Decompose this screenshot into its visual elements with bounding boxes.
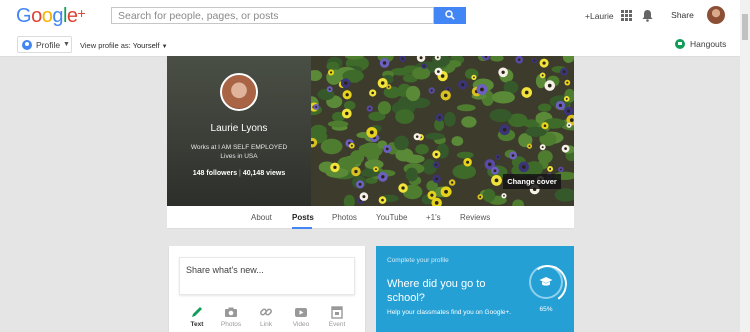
post-option-label: Video	[292, 321, 310, 328]
avatar[interactable]	[707, 6, 725, 24]
pencil-icon	[192, 307, 202, 317]
hangouts-label: Hangouts	[690, 39, 727, 49]
graduation-cap-icon	[539, 277, 553, 286]
card-question[interactable]: Where did you go to school?	[387, 277, 515, 305]
profile-menu-button[interactable]: Profile ▼	[17, 36, 72, 53]
page-scrollbar[interactable]	[740, 0, 750, 332]
hangouts-icon	[675, 39, 685, 49]
profile-name: Laurie Lyons	[210, 123, 268, 134]
user-profile-link[interactable]: +Laurie	[585, 11, 614, 21]
post-text-button[interactable]: Text	[182, 305, 212, 328]
profile-details: Works at I AM SELF EMPLOYED Lives in USA	[167, 144, 311, 161]
profile-work: Works at I AM SELF EMPLOYED	[190, 144, 288, 151]
post-option-label: Text	[190, 321, 204, 328]
scrollbar-thumb[interactable]	[742, 14, 748, 40]
search-field[interactable]	[111, 7, 434, 24]
profile-location: Lives in USA	[220, 152, 258, 160]
tab-photos[interactable]: Photos	[332, 213, 357, 222]
search-button[interactable]	[434, 7, 466, 24]
bell-icon[interactable]	[642, 9, 653, 22]
view-as-prefix: View profile as:	[80, 41, 131, 50]
post-event-button[interactable]: Event	[322, 305, 352, 328]
chevron-down-icon: ▼	[161, 44, 168, 50]
share-input[interactable]: Share what's new...	[179, 257, 355, 295]
profile-tabs: About Posts Photos YouTube +1's Reviews	[167, 206, 574, 229]
tab-reviews[interactable]: Reviews	[460, 213, 490, 222]
card-description: Help your classmates find you on Google+…	[387, 309, 512, 316]
profile-label: Profile	[36, 40, 61, 50]
top-bar: Google+ +Laurie Share	[0, 0, 750, 33]
post-option-label: Link	[260, 321, 272, 328]
profile-avatar[interactable]	[220, 73, 258, 111]
tab-plus-ones[interactable]: +1's	[426, 213, 441, 222]
views-count: 40,148 views	[242, 170, 286, 177]
link-icon	[260, 308, 272, 316]
google-plus-logo[interactable]: Google+	[16, 5, 86, 28]
post-photos-button[interactable]: Photos	[216, 305, 246, 328]
share-placeholder: Share what's new...	[186, 265, 264, 275]
tab-youtube[interactable]: YouTube	[376, 213, 407, 222]
post-video-button[interactable]: Video	[286, 305, 316, 328]
profile-subbar: Profile ▼ View profile as: Yourself ▼ Ha…	[0, 33, 750, 57]
search-input[interactable]	[112, 8, 433, 24]
video-icon	[295, 308, 307, 317]
post-option-label: Photos	[220, 321, 242, 328]
camera-icon	[225, 307, 237, 317]
change-cover-button[interactable]: Change cover	[503, 174, 561, 189]
followers-count[interactable]: 148 followers	[193, 170, 237, 177]
chevron-down-icon: ▼	[63, 41, 70, 48]
post-option-label: Event	[328, 321, 346, 328]
search-icon	[445, 10, 455, 20]
tab-posts[interactable]: Posts	[292, 213, 314, 222]
profile-stats: 148 followers | 40,148 views	[192, 170, 286, 177]
profile-percent: 65%	[539, 306, 553, 313]
event-icon	[331, 306, 343, 319]
apps-icon[interactable]	[621, 10, 632, 21]
view-as-value: Yourself	[132, 41, 160, 50]
share-button[interactable]: Share	[667, 7, 698, 24]
card-heading: Complete your profile	[387, 257, 449, 264]
tab-about[interactable]: About	[251, 213, 272, 222]
post-link-button[interactable]: Link	[251, 305, 281, 328]
profile-info-panel: Laurie Lyons Works at I AM SELF EMPLOYED…	[167, 56, 311, 206]
view-profile-as[interactable]: View profile as: Yourself ▼	[80, 41, 168, 50]
profile-icon	[22, 40, 32, 50]
active-tab-indicator	[292, 227, 312, 229]
complete-profile-card[interactable]: Complete your profile Where did you go t…	[376, 246, 574, 332]
